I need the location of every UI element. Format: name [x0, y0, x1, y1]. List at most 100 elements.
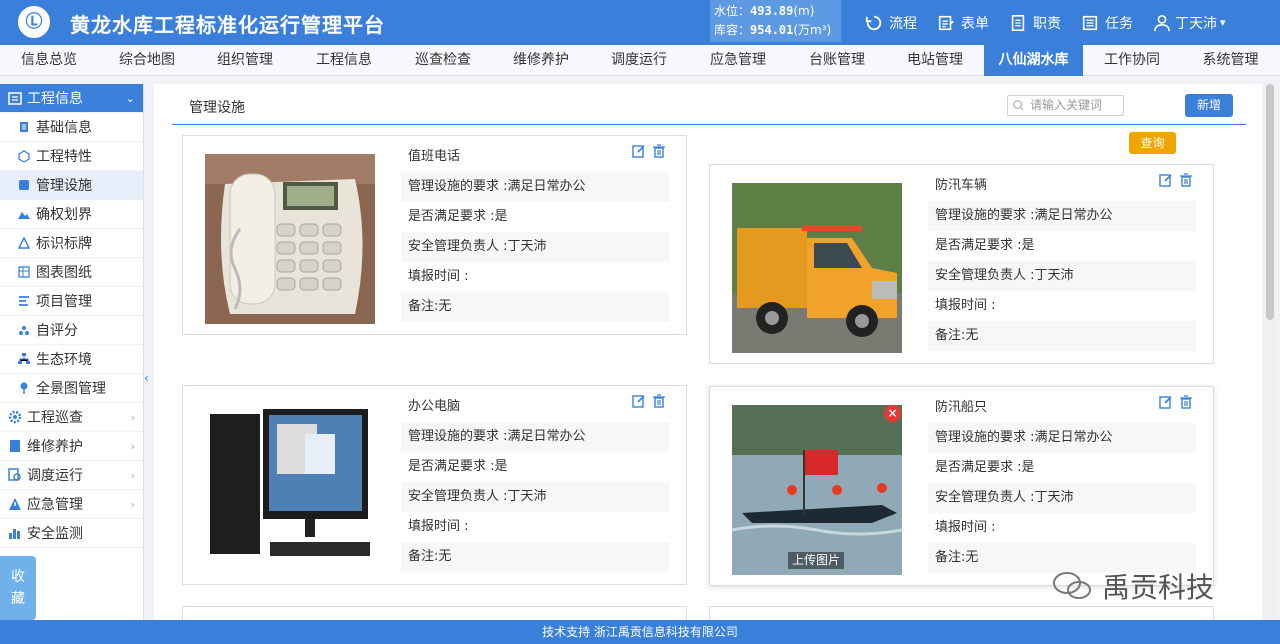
- nav-item-station[interactable]: 电站管理: [886, 45, 984, 76]
- edit-icon[interactable]: [1159, 173, 1173, 187]
- add-button[interactable]: 新增: [1185, 94, 1233, 117]
- sidebar-item-basic-info[interactable]: 基础信息: [0, 113, 143, 142]
- meets-row: 是否满足要求 :是: [935, 460, 1035, 475]
- alert-icon: [9, 498, 21, 510]
- process-label: 流程: [889, 15, 917, 32]
- sidebar-item-ecology[interactable]: 生态环境: [0, 345, 143, 374]
- water-level-value: 493.89: [750, 4, 794, 18]
- remove-photo-icon[interactable]: ×: [884, 405, 901, 422]
- facility-details: 管理设施的要求 :满足日常办公 是否满足要求 :是 安全管理负责人 :丁天沛 填…: [928, 201, 1196, 351]
- capacity: 库容：954.01(万m³): [714, 21, 837, 40]
- nav-item-emergency[interactable]: 应急管理: [688, 45, 788, 76]
- sidebar-item-drawings[interactable]: 图表图纸: [0, 258, 143, 287]
- query-button[interactable]: 查询: [1129, 132, 1176, 154]
- sidebar-item-label: 图表图纸: [36, 265, 92, 281]
- facility-name: 防汛车辆: [935, 178, 988, 193]
- card-actions: [1153, 173, 1193, 187]
- nav-item-ledger[interactable]: 台账管理: [788, 45, 886, 76]
- facility-photo-telephone[interactable]: [205, 154, 375, 324]
- facility-photo-computer[interactable]: [205, 404, 375, 574]
- form-label: 表单: [961, 15, 989, 32]
- owner-row: 安全管理负责人 :丁天沛: [928, 261, 1196, 291]
- nav-item-collaboration[interactable]: 工作协同: [1083, 45, 1181, 76]
- chevron-right-icon: ›: [130, 440, 135, 453]
- delete-icon[interactable]: [652, 394, 666, 408]
- sidebar-collapse-icon[interactable]: ‹: [144, 370, 154, 386]
- sidebar-item-label: 确权划界: [36, 207, 92, 223]
- nav-item-overview[interactable]: 信息总览: [0, 45, 98, 76]
- sidebar-group-maintenance[interactable]: 维修养护 ›: [0, 432, 143, 461]
- search-input[interactable]: 请输入关键词: [1007, 95, 1124, 116]
- upload-photo-button[interactable]: 上传图片: [788, 552, 845, 569]
- facility-card-partial: [709, 606, 1214, 620]
- list-icon: [19, 296, 29, 306]
- facility-photo-vehicle[interactable]: [732, 183, 902, 353]
- sidebar-group-emergency[interactable]: 应急管理 ›: [0, 490, 143, 519]
- edit-icon[interactable]: [1159, 395, 1173, 409]
- nav-item-baxianhu[interactable]: 八仙湖水库: [984, 45, 1083, 76]
- delete-icon[interactable]: [1179, 173, 1193, 187]
- sidebar-item-projects[interactable]: 项目管理: [0, 287, 143, 316]
- duty-icon: [1011, 14, 1025, 31]
- sidebar-group-patrol[interactable]: 工程巡查 ›: [0, 403, 143, 432]
- duty-button[interactable]: 职责: [1009, 13, 1061, 33]
- sidebar-item-boundary[interactable]: 确权划界: [0, 200, 143, 229]
- facility-details: 管理设施的要求 :满足日常办公 是否满足要求 :是 安全管理负责人 :丁天沛 填…: [928, 423, 1196, 573]
- delete-icon[interactable]: [1179, 395, 1193, 409]
- sidebar: 工程信息 ⌄ 基础信息 工程特性 管理设施 确权划界 标识标牌 图表图纸 项目管…: [0, 84, 144, 620]
- user-menu[interactable]: 丁天沛 ▾: [1153, 13, 1226, 33]
- nav-item-org[interactable]: 组织管理: [196, 45, 294, 76]
- sidebar-group-safety[interactable]: 安全监测: [0, 519, 143, 548]
- search-document-icon: [8, 468, 21, 481]
- sidebar-item-features[interactable]: 工程特性: [0, 142, 143, 171]
- bar-chart-icon: [9, 529, 20, 539]
- sidebar-group-label: 维修养护: [27, 439, 83, 455]
- sidebar-group-label: 安全监测: [27, 526, 83, 542]
- task-button[interactable]: 任务: [1081, 13, 1133, 33]
- duty-label: 职责: [1033, 15, 1061, 32]
- sidebar-item-label: 项目管理: [36, 294, 92, 310]
- chevron-right-icon: ›: [130, 411, 135, 424]
- form-button[interactable]: 表单: [937, 13, 989, 33]
- sidebar-group-dispatch[interactable]: 调度运行 ›: [0, 461, 143, 490]
- nav-item-dispatch[interactable]: 调度运行: [590, 45, 688, 76]
- sidebar-item-label: 全景图管理: [36, 381, 106, 397]
- scrollbar-thumb[interactable]: [1266, 84, 1274, 320]
- task-label: 任务: [1105, 15, 1133, 32]
- nav-item-system[interactable]: 系统管理: [1181, 45, 1280, 76]
- water-level-unit: (m): [793, 4, 815, 18]
- facility-name: 防汛船只: [935, 400, 988, 415]
- page-scrollbar[interactable]: [1264, 84, 1276, 620]
- sidebar-item-label: 自评分: [36, 323, 78, 339]
- nav-item-inspection[interactable]: 巡查检查: [394, 45, 492, 76]
- sidebar-group-project-info[interactable]: 工程信息 ⌄: [0, 84, 143, 113]
- capacity-label: 库容：: [714, 23, 751, 37]
- project-info-icon: [8, 92, 22, 105]
- chevron-down-icon: ▾: [1220, 16, 1226, 29]
- sidebar-item-facilities[interactable]: 管理设施: [0, 171, 143, 200]
- main-nav: 信息总览 综合地图 组织管理 工程信息 巡查检查 维修养护 调度运行 应急管理 …: [0, 45, 1280, 76]
- edit-icon[interactable]: [632, 394, 646, 408]
- sidebar-item-signs[interactable]: 标识标牌: [0, 229, 143, 258]
- score-icon: [19, 326, 29, 335]
- edit-icon[interactable]: [632, 144, 646, 158]
- app-title: 黄龙水库工程标准化运行管理平台: [70, 13, 385, 37]
- facility-card: 防汛车辆 管理设施的要求 :满足日常办公 是否满足要求 :是 安全管理负责人 :…: [709, 164, 1214, 364]
- nav-item-maintenance[interactable]: 维修养护: [492, 45, 590, 76]
- sidebar-item-panorama[interactable]: 全景图管理: [0, 374, 143, 403]
- location-pin-icon: [20, 382, 28, 394]
- note-row: 备注:无: [401, 542, 669, 572]
- facility-photo-boat[interactable]: × 上传图片: [732, 405, 902, 575]
- process-button[interactable]: 流程: [865, 13, 917, 33]
- nav-item-map[interactable]: 综合地图: [98, 45, 196, 76]
- delete-icon[interactable]: [652, 144, 666, 158]
- sidebar-item-self-score[interactable]: 自评分: [0, 316, 143, 345]
- requirement-row: 管理设施的要求 :满足日常办公: [928, 423, 1196, 453]
- page-title: 管理设施: [189, 100, 245, 116]
- nav-item-project-info[interactable]: 工程信息: [294, 45, 394, 76]
- favorites-tab[interactable]: 收藏: [0, 556, 36, 620]
- chevron-down-icon: ⌄: [125, 92, 135, 105]
- main-content: 管理设施 请输入关键词 新增 查询 值班电话 管理设施的要求:满足日常办公 是…: [154, 84, 1262, 620]
- card-actions: [1153, 395, 1193, 409]
- warning-icon: [18, 237, 30, 249]
